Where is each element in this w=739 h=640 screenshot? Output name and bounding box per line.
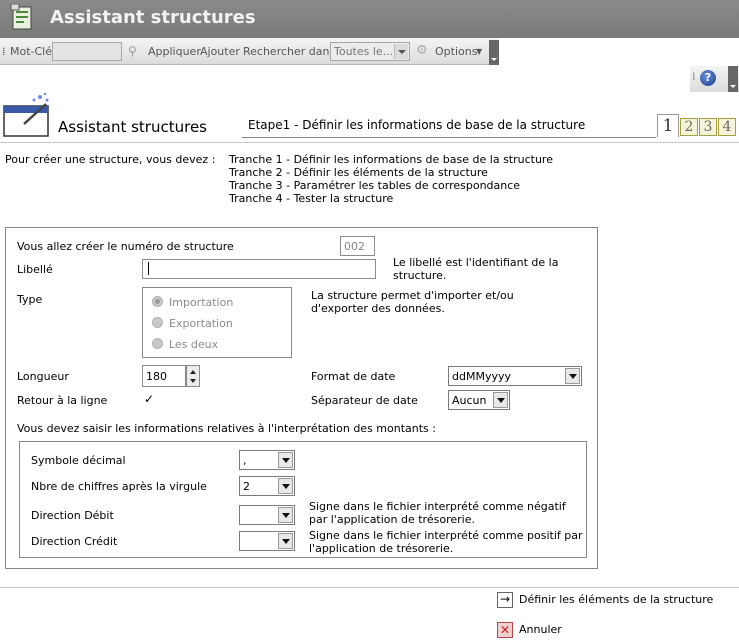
step-tab-2[interactable]: 2 xyxy=(680,118,698,136)
format-date-select[interactable]: ddMMyyyy xyxy=(448,366,582,386)
app-icon xyxy=(10,4,32,30)
nbre-chiffres-value: 2 xyxy=(243,480,250,493)
intro-line-4: Tranche 4 - Tester la structure xyxy=(229,192,394,205)
help-grip-dots-icon: ⁞ xyxy=(692,70,696,83)
direction-debit-select[interactable] xyxy=(239,505,295,525)
nbre-chiffres-label: Nbre de chiffres après la virgule xyxy=(31,480,207,493)
retour-ligne-checkbox[interactable]: ✓ xyxy=(144,392,154,406)
step-title: Etape1 - Définir les informations de bas… xyxy=(248,118,586,132)
gear-icon: ⚙ xyxy=(416,43,428,58)
radio-les-deux-label: Les deux xyxy=(169,338,219,351)
app-title: Assistant structures xyxy=(50,7,256,28)
libelle-label: Libellé xyxy=(17,263,53,276)
intro-line-1: Tranche 1 - Définir les informations de … xyxy=(229,153,553,166)
direction-debit-label: Direction Débit xyxy=(31,509,114,522)
libelle-input[interactable] xyxy=(142,259,376,279)
keyword-label: Mot-Clé xyxy=(10,45,53,58)
options-chevron-icon: ▼ xyxy=(476,47,483,56)
binoculars-icon[interactable]: ⚲ xyxy=(128,44,137,58)
intro-prefix: Pour créer une structure, vous devez : xyxy=(5,153,216,166)
cancel-link[interactable]: Annuler xyxy=(519,623,562,636)
title-bar: Assistant structures xyxy=(0,0,739,38)
structure-number-label: Vous allez créer le numéro de structure xyxy=(17,240,234,253)
chevron-down-icon xyxy=(278,452,293,468)
search-in-select[interactable]: Toutes le... xyxy=(330,42,410,61)
direction-credit-select[interactable] xyxy=(239,531,295,551)
radio-exportation[interactable] xyxy=(152,317,163,328)
step-tab-3[interactable]: 3 xyxy=(699,118,717,136)
chevron-down-icon xyxy=(394,44,408,59)
keyword-input[interactable] xyxy=(52,42,122,61)
chevron-down-icon xyxy=(278,533,293,549)
help-icon[interactable]: ? xyxy=(700,70,716,86)
radio-exportation-label: Exportation xyxy=(169,317,233,330)
close-icon[interactable]: ✕ xyxy=(497,622,513,638)
next-step-link[interactable]: Définir les éléments de la structure xyxy=(519,593,713,606)
step-title-underline xyxy=(242,137,656,138)
intro-line-2: Tranche 2 - Définir les éléments de la s… xyxy=(229,166,488,179)
radio-importation-label: Importation xyxy=(169,296,234,309)
symbole-decimal-label: Symbole décimal xyxy=(31,454,126,467)
grip-dots-icon: ⁞ xyxy=(2,45,6,58)
wizard-title: Assistant structures xyxy=(58,118,207,136)
radio-importation[interactable] xyxy=(152,296,163,307)
separateur-date-value: Aucun xyxy=(452,394,487,407)
nbre-chiffres-select[interactable]: 2 xyxy=(239,476,295,496)
footer-divider xyxy=(0,587,739,588)
search-in-value: Toutes le... xyxy=(334,45,394,58)
format-date-value: ddMMyyyy xyxy=(452,370,511,383)
symbole-decimal-select[interactable]: , xyxy=(239,450,295,470)
intro-line-3: Tranche 3 - Paramétrer les tables de cor… xyxy=(229,179,521,192)
options-button[interactable]: Options xyxy=(435,45,477,58)
longueur-input[interactable]: 180 xyxy=(142,365,186,387)
search-toolbar: ⁞ Mot-Clé ⚲ Appliquer Ajouter Rechercher… xyxy=(0,38,499,65)
separateur-date-label: Séparateur de date xyxy=(311,394,418,407)
direction-credit-hint: Signe dans le fichier interprété comme p… xyxy=(309,529,583,555)
help-toolbar-grip-icon[interactable] xyxy=(728,66,738,92)
search-in-label: Rechercher dans xyxy=(243,45,336,58)
chevron-down-icon xyxy=(565,368,580,384)
chevron-down-icon xyxy=(278,507,293,523)
symbole-decimal-value: , xyxy=(243,454,247,467)
type-label: Type xyxy=(17,293,43,306)
type-hint: La structure permet d'importer et/ou d'e… xyxy=(311,289,514,315)
format-date-label: Format de date xyxy=(311,370,396,383)
libelle-hint: Le libellé est l'identifiant de la struc… xyxy=(393,256,559,282)
amounts-intro: Vous devez saisir les informations relat… xyxy=(17,422,436,435)
chevron-down-icon xyxy=(493,392,508,408)
radio-les-deux[interactable] xyxy=(152,338,163,349)
step-tab-1[interactable]: 1 xyxy=(657,114,679,137)
retour-ligne-label: Retour à la ligne xyxy=(17,394,108,407)
direction-debit-hint: Signe dans le fichier interprété comme n… xyxy=(309,500,566,526)
separateur-date-select[interactable]: Aucun xyxy=(448,390,510,410)
wizard-icon xyxy=(3,92,49,137)
longueur-label: Longueur xyxy=(17,370,69,383)
header-divider xyxy=(0,142,739,143)
direction-credit-label: Direction Crédit xyxy=(31,535,118,548)
longueur-spinner-icon[interactable] xyxy=(186,365,200,387)
apply-button[interactable]: Appliquer xyxy=(148,45,201,58)
structure-number-field: 002 xyxy=(340,236,375,256)
add-button[interactable]: Ajouter xyxy=(200,45,240,58)
toolbar-grip-icon[interactable] xyxy=(489,40,499,65)
arrow-right-icon[interactable]: → xyxy=(497,592,513,608)
step-tab-4[interactable]: 4 xyxy=(718,118,736,136)
text-cursor xyxy=(148,262,149,275)
chevron-down-icon xyxy=(278,478,293,494)
